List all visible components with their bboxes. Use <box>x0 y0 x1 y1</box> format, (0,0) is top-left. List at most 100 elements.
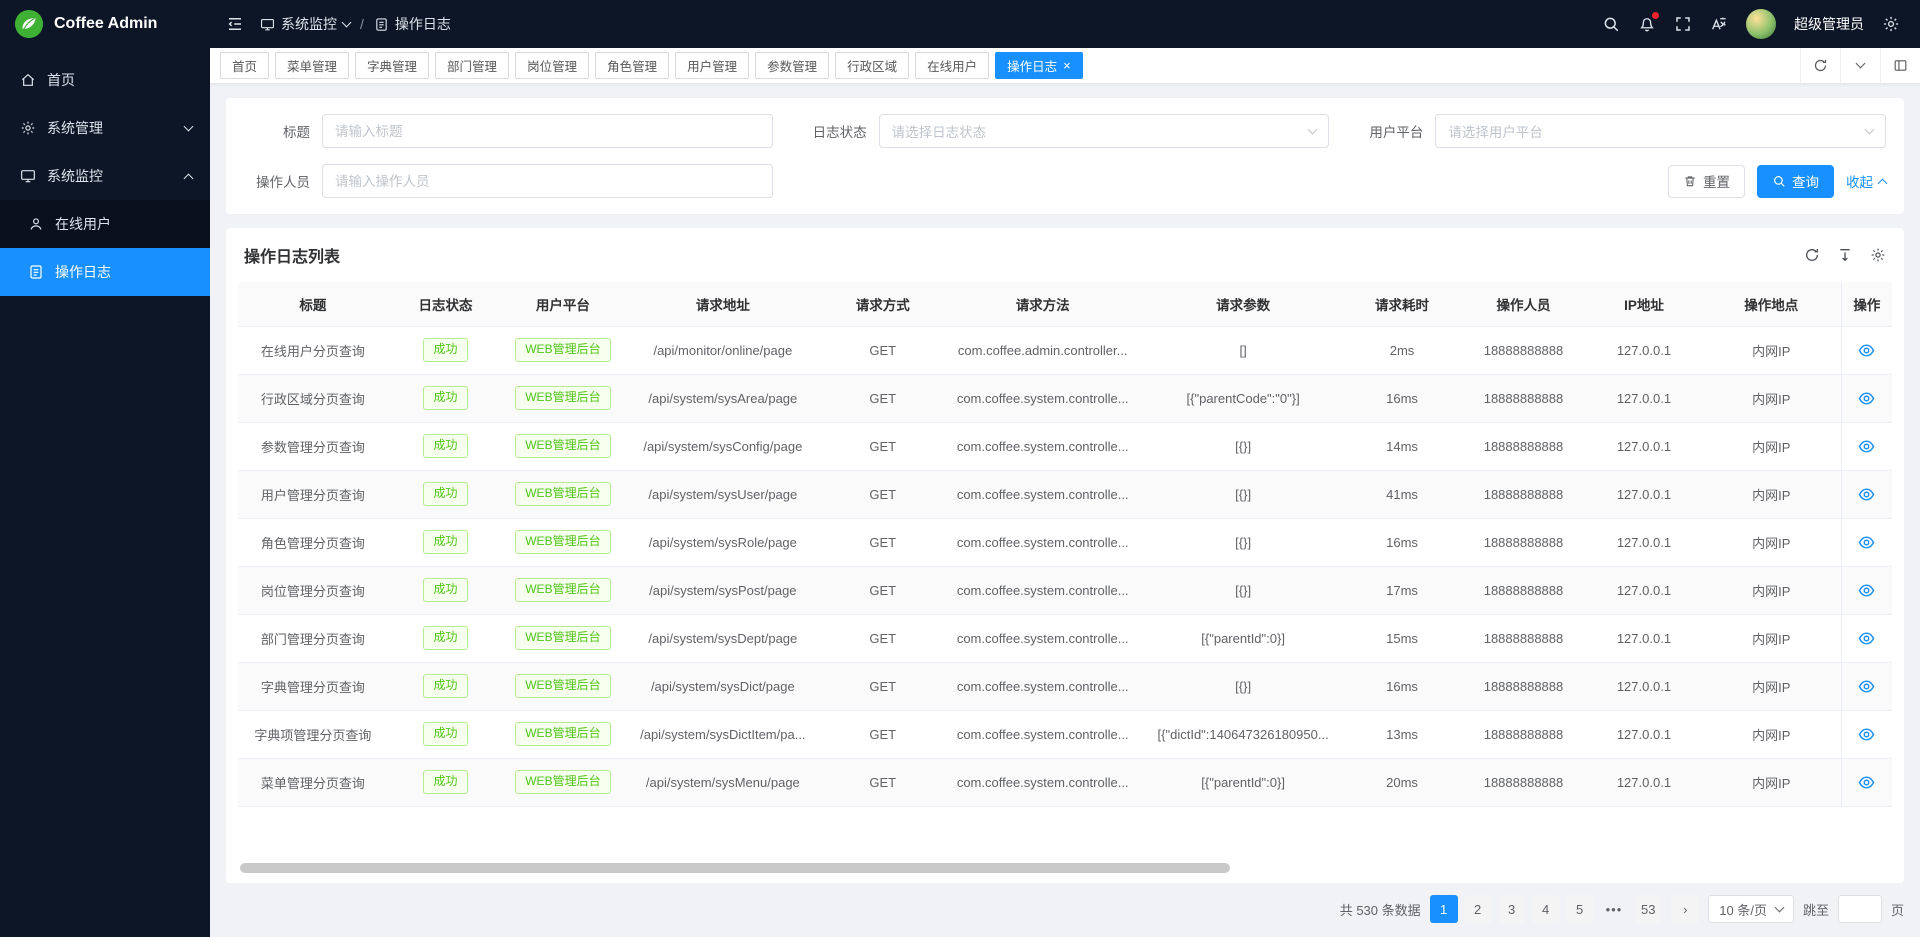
username[interactable]: 超级管理员 <box>1794 14 1864 34</box>
view-button[interactable] <box>1858 486 1875 503</box>
jump-input[interactable] <box>1838 895 1882 923</box>
cell-location: 内网IP <box>1702 662 1842 710</box>
cell-action <box>1841 374 1892 422</box>
layout-icon[interactable] <box>1880 48 1920 83</box>
tab-参数管理[interactable]: 参数管理 <box>755 52 829 79</box>
chevron-down-icon <box>1308 124 1318 134</box>
tab-操作日志[interactable]: 操作日志× <box>995 52 1083 79</box>
close-tab-icon[interactable]: × <box>1063 59 1071 72</box>
tab-用户管理[interactable]: 用户管理 <box>675 52 749 79</box>
avatar[interactable] <box>1746 9 1776 39</box>
scrollbar-thumb[interactable] <box>240 863 1230 873</box>
logo-text: Coffee Admin <box>54 15 157 33</box>
column-header: 请求方法 <box>942 282 1142 326</box>
sidebar-item-online-users[interactable]: 在线用户 <box>0 200 210 248</box>
title-label: 标题 <box>244 121 322 141</box>
page-button-4[interactable]: 4 <box>1532 895 1560 923</box>
tab-菜单管理[interactable]: 菜单管理 <box>275 52 349 79</box>
view-button[interactable] <box>1858 438 1875 455</box>
chevron-down-icon[interactable] <box>1840 48 1880 83</box>
column-height-icon[interactable] <box>1837 247 1853 263</box>
tab-首页[interactable]: 首页 <box>220 52 269 79</box>
platform-badge: WEB管理后台 <box>515 578 610 602</box>
panel-header: 操作日志列表 <box>238 228 1892 282</box>
log-table: 标题日志状态用户平台请求地址请求方式请求方法请求参数请求耗时操作人员IP地址操作… <box>238 282 1892 853</box>
bell-icon[interactable] <box>1638 15 1656 33</box>
eye-icon <box>1858 582 1875 599</box>
page-button-1[interactable]: 1 <box>1430 895 1458 923</box>
view-button[interactable] <box>1858 582 1875 599</box>
search-icon[interactable] <box>1602 15 1620 33</box>
view-button[interactable] <box>1858 774 1875 791</box>
cell-time: 14ms <box>1343 422 1460 470</box>
tabbar: 首页菜单管理字典管理部门管理岗位管理角色管理用户管理参数管理行政区域在线用户操作… <box>210 48 1920 84</box>
monitor-icon <box>20 168 36 184</box>
collapse-sidebar-icon[interactable] <box>226 15 244 33</box>
page-button-5[interactable]: 5 <box>1566 895 1594 923</box>
sidebar-item-home[interactable]: 首页 <box>0 56 210 104</box>
view-button[interactable] <box>1858 726 1875 743</box>
refresh-icon[interactable] <box>1800 48 1840 83</box>
cell-title: 字典项管理分页查询 <box>238 710 388 758</box>
breadcrumb-item[interactable]: 系统监控 <box>260 14 350 34</box>
tab-行政区域[interactable]: 行政区域 <box>835 52 909 79</box>
next-page-button[interactable]: › <box>1671 895 1699 923</box>
sidebar-item-system-monitor[interactable]: 系统监控 <box>0 152 210 200</box>
translate-icon[interactable] <box>1710 15 1728 33</box>
refresh-icon[interactable] <box>1804 247 1820 263</box>
submenu-system-monitor: 在线用户操作日志 <box>0 200 210 296</box>
status-select[interactable]: 请选择日志状态 <box>879 114 1330 148</box>
tab-岗位管理[interactable]: 岗位管理 <box>515 52 589 79</box>
jump-suffix: 页 <box>1891 900 1904 919</box>
cell-ip: 127.0.0.1 <box>1586 326 1701 374</box>
eye-icon <box>1858 726 1875 743</box>
gear-icon[interactable] <box>1882 15 1900 33</box>
view-button[interactable] <box>1858 678 1875 695</box>
table-row: 角色管理分页查询成功WEB管理后台/api/system/sysRole/pag… <box>238 518 1892 566</box>
sidebar-item-system-manage[interactable]: 系统管理 <box>0 104 210 152</box>
sidebar-item-label: 系统监控 <box>47 166 174 186</box>
log-icon <box>374 17 389 32</box>
tab-在线用户[interactable]: 在线用户 <box>915 52 989 79</box>
cell-platform: WEB管理后台 <box>503 662 622 710</box>
page-button-53[interactable]: 53 <box>1634 895 1662 923</box>
column-header: 操作地点 <box>1702 282 1842 326</box>
view-button[interactable] <box>1858 342 1875 359</box>
status-badge: 成功 <box>423 434 467 458</box>
title-input[interactable] <box>322 114 773 148</box>
tab-角色管理[interactable]: 角色管理 <box>595 52 669 79</box>
table-row: 参数管理分页查询成功WEB管理后台/api/system/sysConfig/p… <box>238 422 1892 470</box>
platform-select[interactable]: 请选择用户平台 <box>1435 114 1886 148</box>
platform-badge: WEB管理后台 <box>515 770 610 794</box>
platform-label: 用户平台 <box>1357 121 1435 141</box>
platform-badge: WEB管理后台 <box>515 434 610 458</box>
collapse-search-link[interactable]: 收起 <box>1846 171 1886 191</box>
query-button[interactable]: 查询 <box>1757 165 1834 198</box>
gear-icon[interactable] <box>1870 247 1886 263</box>
page-button-2[interactable]: 2 <box>1464 895 1492 923</box>
fullscreen-icon[interactable] <box>1674 15 1692 33</box>
operator-input[interactable] <box>322 164 773 198</box>
sidebar-item-operation-log[interactable]: 操作日志 <box>0 248 210 296</box>
cell-method: GET <box>823 710 942 758</box>
eye-icon <box>1858 438 1875 455</box>
monitor-icon <box>260 17 275 32</box>
page-size-select[interactable]: 10 条/页 <box>1708 895 1794 923</box>
page-buttons: 12345•••53 <box>1430 895 1663 923</box>
page-button-3[interactable]: 3 <box>1498 895 1526 923</box>
cell-action <box>1841 422 1892 470</box>
search-icon <box>1772 174 1786 188</box>
tab-部门管理[interactable]: 部门管理 <box>435 52 509 79</box>
cell-platform: WEB管理后台 <box>503 758 622 806</box>
sidebar: Coffee Admin 首页系统管理系统监控在线用户操作日志 <box>0 0 210 937</box>
collapse-link-label: 收起 <box>1846 171 1873 191</box>
view-button[interactable] <box>1858 390 1875 407</box>
cell-title: 在线用户分页查询 <box>238 326 388 374</box>
tab-字典管理[interactable]: 字典管理 <box>355 52 429 79</box>
user-icon <box>28 216 44 232</box>
breadcrumb-item[interactable]: 操作日志 <box>374 14 451 34</box>
view-button[interactable] <box>1858 534 1875 551</box>
reset-button[interactable]: 重置 <box>1668 165 1745 198</box>
jump-label: 跳至 <box>1803 900 1829 919</box>
view-button[interactable] <box>1858 630 1875 647</box>
